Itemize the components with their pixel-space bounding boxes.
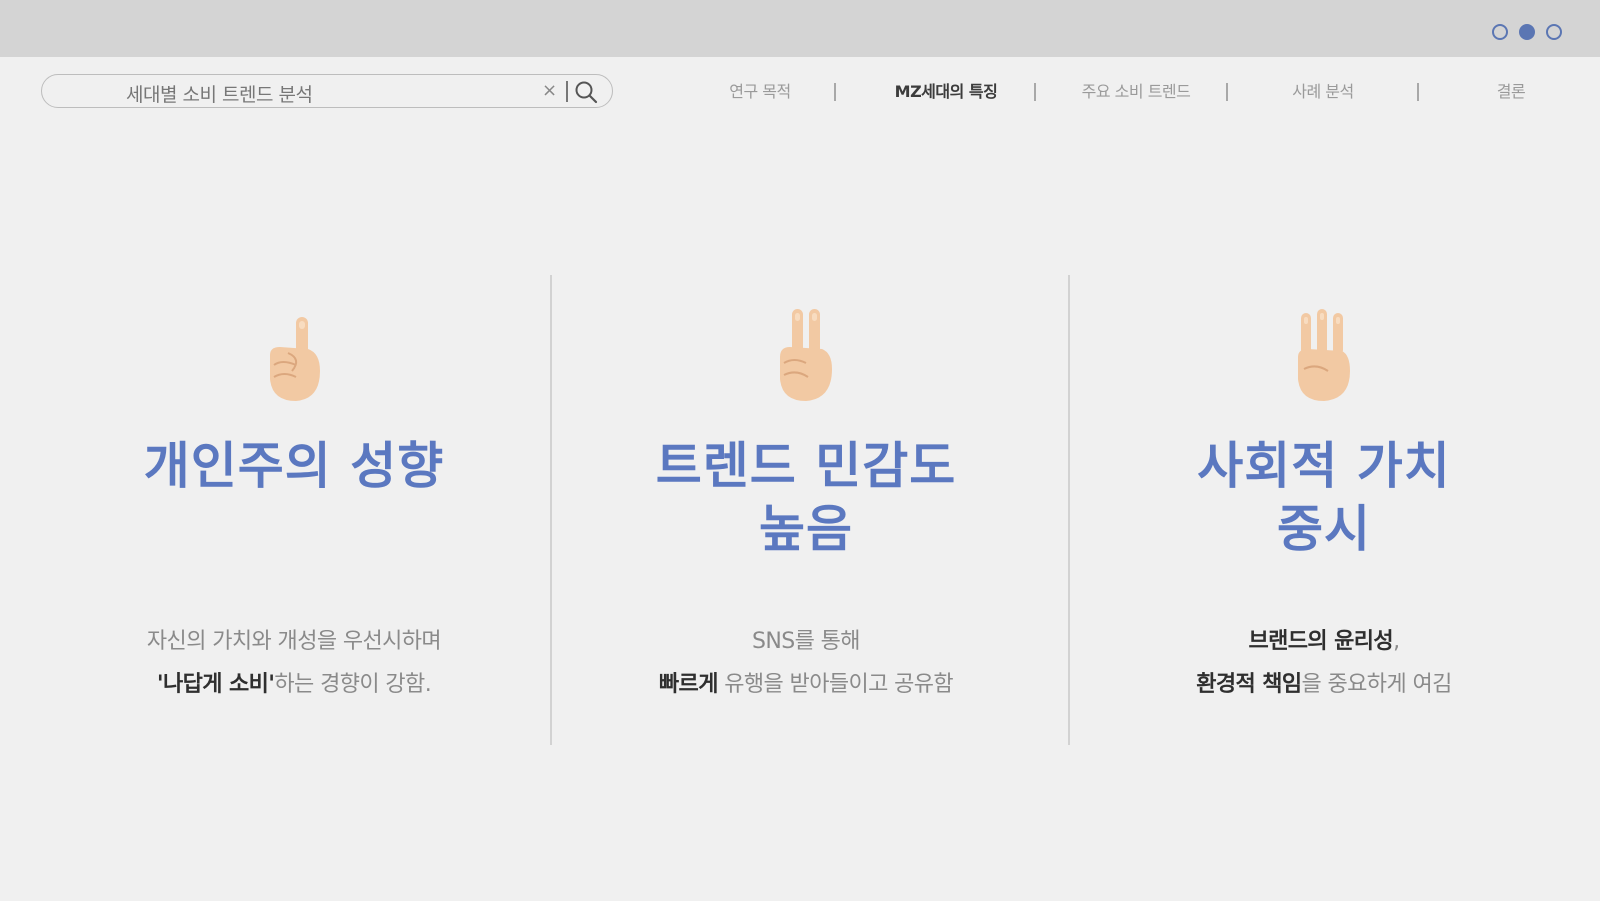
feature-title-line1: 트렌드 민감도 — [655, 437, 957, 495]
two-finger-hand-icon — [780, 309, 832, 401]
feature-desc-highlight: 환경적 책임 — [1196, 672, 1302, 697]
nav-item-mz-features[interactable]: MZ세대의 특징 — [895, 78, 998, 102]
search-box[interactable]: 세대별 소비 트렌드 분석 × — [41, 74, 613, 108]
feature-desc-rest: 하는 경향이 강함. — [274, 672, 432, 697]
slide-dot-3[interactable] — [1546, 24, 1562, 40]
nav-separator — [834, 83, 836, 101]
feature-title: 트렌드 민감도 높음 — [552, 435, 1060, 561]
one-finger-hand-icon — [270, 317, 320, 401]
feature-desc-rest: 을 중요하게 여김 — [1301, 672, 1452, 697]
feature-title-line1: 사회적 가치 — [1197, 437, 1451, 495]
slide-dot-1[interactable] — [1492, 24, 1508, 40]
feature-description: SNS를 통해 빠르게 유행을 받아들이고 공유함 — [552, 620, 1060, 706]
three-finger-hand-icon — [1298, 309, 1350, 401]
feature-description: 자신의 가치와 개성을 우선시하며 '나답게 소비'하는 경향이 강함. — [40, 620, 548, 706]
feature-desc-line1: 자신의 가치와 개성을 우선시하며 — [146, 629, 442, 654]
feature-desc-line1: SNS를 통해 — [752, 629, 861, 654]
feature-title-line2: 중시 — [1277, 500, 1371, 558]
feature-desc-line2: 환경적 책임을 중요하게 여김 — [1070, 663, 1578, 706]
top-navigation: 연구 목적 MZ세대의 특징 주요 소비 트렌드 사례 분석 결론 — [700, 78, 1560, 108]
feature-desc-line1: 브랜드의 윤리성, — [1070, 620, 1578, 663]
feature-card-social-values: 사회적 가치 중시 브랜드의 윤리성, 환경적 책임을 중요하게 여김 — [1070, 275, 1578, 745]
feature-description: 브랜드의 윤리성, 환경적 책임을 중요하게 여김 — [1070, 620, 1578, 706]
nav-item-conclusion[interactable]: 결론 — [1497, 78, 1526, 102]
feature-desc-rest: , — [1393, 629, 1400, 654]
nav-item-research-purpose[interactable]: 연구 목적 — [729, 78, 791, 102]
top-bar — [0, 0, 1600, 57]
feature-title: 사회적 가치 중시 — [1070, 435, 1578, 561]
clear-icon[interactable]: × — [542, 80, 557, 101]
feature-title: 개인주의 성향 — [40, 435, 548, 498]
nav-separator — [1226, 83, 1228, 101]
search-icon[interactable] — [574, 80, 598, 104]
nav-separator — [1034, 83, 1036, 101]
feature-desc-rest: 유행을 받아들이고 공유함 — [717, 672, 954, 697]
nav-item-consumer-trends[interactable]: 주요 소비 트렌드 — [1082, 78, 1191, 102]
feature-title-line1: 개인주의 성향 — [143, 437, 445, 495]
feature-desc-line2: '나답게 소비'하는 경향이 강함. — [40, 663, 548, 706]
feature-desc-highlight: '나답게 소비' — [156, 672, 275, 697]
feature-desc-line2: 빠르게 유행을 받아들이고 공유함 — [552, 663, 1060, 706]
nav-separator — [1417, 83, 1419, 101]
feature-card-individualism: 개인주의 성향 자신의 가치와 개성을 우선시하며 '나답게 소비'하는 경향이… — [40, 275, 548, 745]
search-input[interactable]: 세대별 소비 트렌드 분석 — [126, 80, 313, 107]
feature-desc-highlight: 브랜드의 윤리성 — [1248, 629, 1394, 654]
feature-desc-highlight: 빠르게 — [658, 672, 719, 697]
feature-card-trend-sensitivity: 트렌드 민감도 높음 SNS를 통해 빠르게 유행을 받아들이고 공유함 — [552, 275, 1060, 745]
nav-item-case-analysis[interactable]: 사례 분석 — [1292, 78, 1354, 102]
search-divider — [566, 81, 568, 102]
slide-indicators — [1492, 24, 1562, 40]
feature-title-line2: 높음 — [759, 500, 853, 558]
slide-dot-2-active[interactable] — [1519, 24, 1535, 40]
